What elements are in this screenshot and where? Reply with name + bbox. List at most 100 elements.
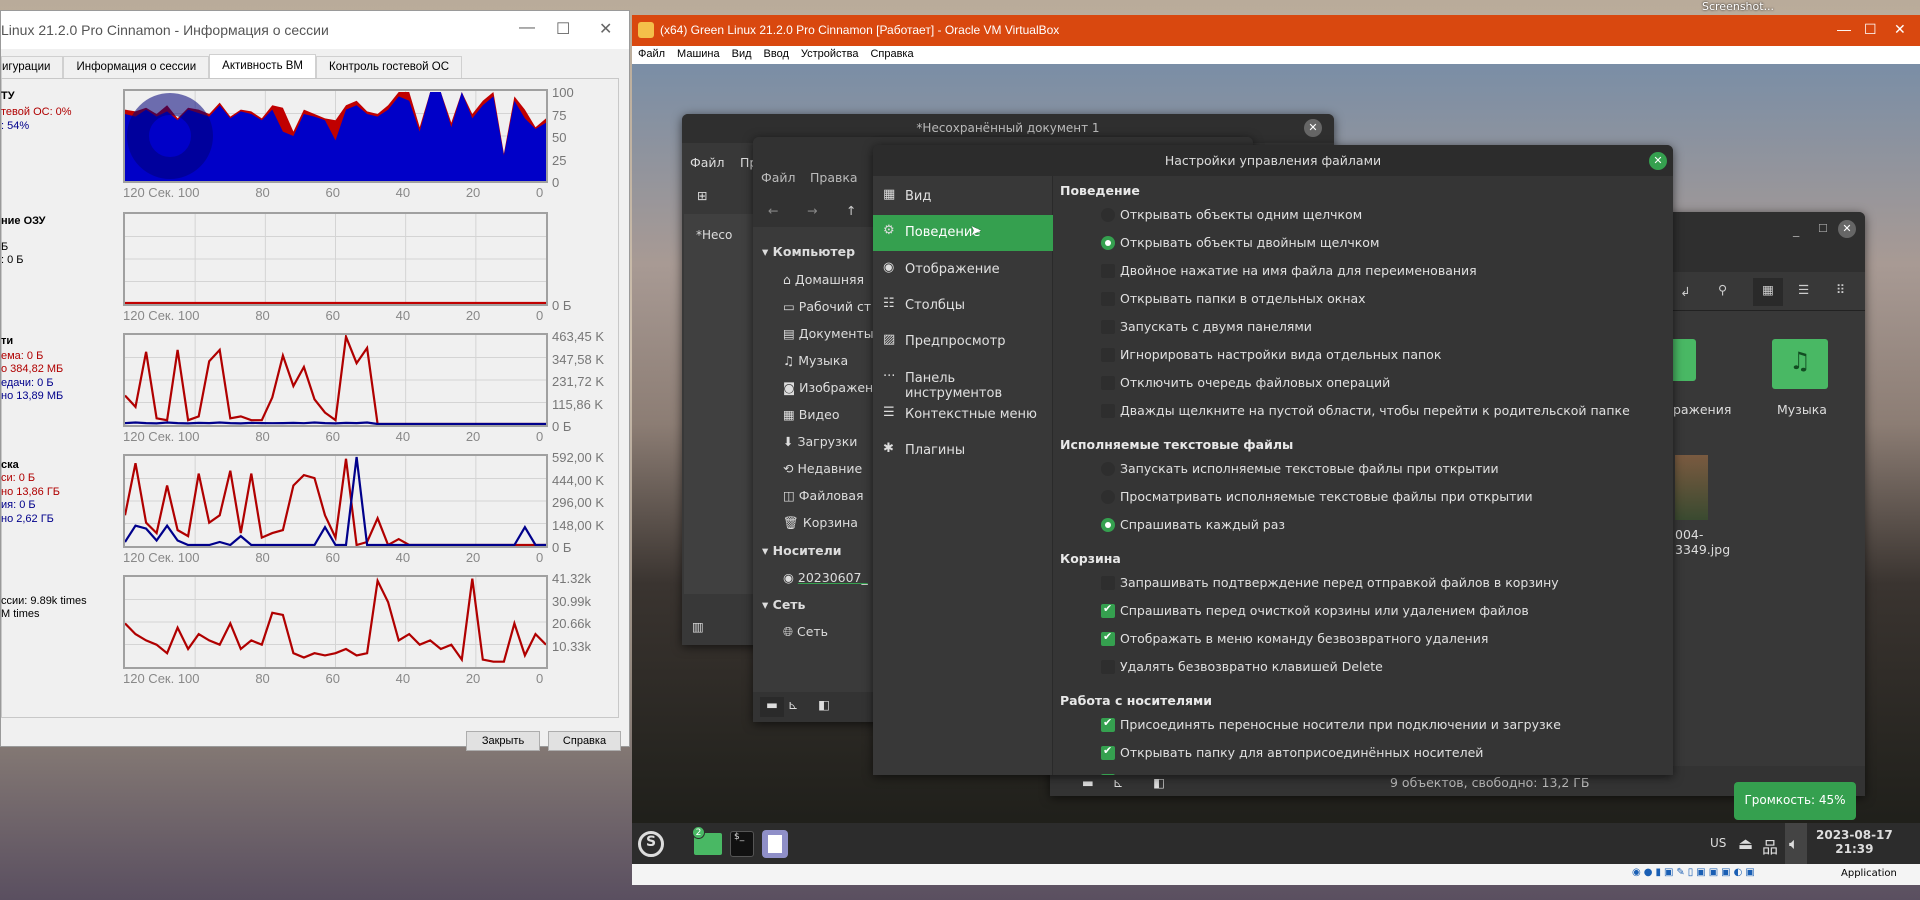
place-item[interactable]: ◙ Изображен	[783, 380, 873, 395]
fm2-maximize-button[interactable]: ☐	[1818, 222, 1828, 235]
sidebar-button[interactable]: ◧	[818, 697, 830, 712]
menu-button[interactable]: S	[638, 831, 664, 857]
menu-help[interactable]: Справка	[870, 48, 913, 62]
section-network[interactable]: ▾ Сеть	[762, 597, 805, 612]
place-item[interactable]: ▭ Рабочий ст	[783, 299, 871, 314]
text-editor-launcher[interactable]	[762, 830, 788, 858]
place-item[interactable]: ◫ Файловая	[783, 488, 864, 503]
checkbox[interactable]	[1101, 602, 1115, 618]
checkbox[interactable]	[1101, 660, 1115, 674]
tree-button[interactable]: ⊾	[788, 697, 798, 712]
place-item[interactable]: ▦ Видео	[783, 407, 839, 422]
radio-button[interactable]	[1101, 518, 1115, 532]
network-item[interactable]: 🌐︎ Сеть	[783, 624, 828, 640]
prefs-option[interactable]: Просматривать исполняемые текстовые файл…	[1101, 489, 1533, 504]
vm-screen[interactable]: *Несохранённый документ 1 ✕ Файл Пр ⊞ *Н…	[632, 64, 1920, 864]
list-view-icon[interactable]: ☰	[1798, 282, 1809, 297]
vbox-minimize-button[interactable]: —	[1837, 21, 1851, 37]
prefs-sidebar-item[interactable]: ☰ Контекстные меню	[873, 397, 1053, 433]
maximize-button[interactable]: ☐	[556, 19, 570, 39]
prefs-option[interactable]: Запуск программ при подключении носителе…	[1101, 772, 1430, 775]
icon-view-button[interactable]: ▦	[1753, 278, 1783, 306]
sidebar-toggle-icon[interactable]: ◧	[1153, 775, 1165, 790]
prefs-option[interactable]: Дважды щелкните на пустой области, чтобы…	[1101, 403, 1630, 418]
place-item[interactable]: ⟲ Недавние	[783, 461, 862, 476]
place-item[interactable]: ⬇ Загрузки	[783, 434, 857, 449]
checkbox[interactable]	[1101, 576, 1115, 590]
prefs-option[interactable]: Игнорировать настройки вида отдельных па…	[1101, 347, 1441, 362]
prefs-option[interactable]: Запрашивать подтверждение перед отправко…	[1101, 575, 1559, 590]
radio-button[interactable]	[1101, 208, 1115, 222]
fm2-minimize-button[interactable]: _	[1793, 222, 1799, 237]
prefs-option[interactable]: Открывать объекты одним щелчком	[1101, 207, 1362, 222]
place-item[interactable]: 🗑︎ Корзина	[783, 515, 858, 531]
tab-session-info[interactable]: Информация о сессии	[63, 56, 210, 78]
fm-menu-edit[interactable]: Правка	[810, 170, 858, 185]
checkbox[interactable]	[1101, 320, 1115, 334]
checkbox[interactable]	[1101, 716, 1115, 732]
fm2-close-button[interactable]: ✕	[1838, 220, 1856, 238]
folder-label-pictures[interactable]: ражения	[1673, 402, 1731, 417]
network-icon[interactable]: 品	[1762, 834, 1778, 858]
prefs-sidebar-item[interactable]: ▦ Вид	[873, 179, 1053, 215]
tab-vm-activity[interactable]: Активность ВМ	[209, 54, 317, 78]
volume-icon[interactable]: 🔈︎	[1785, 823, 1807, 864]
prefs-sidebar-item[interactable]: ◉ Отображение	[873, 252, 1053, 288]
prefs-sidebar-item[interactable]: ▨ Предпросмотр	[873, 324, 1053, 360]
radio-button[interactable]	[1101, 490, 1115, 504]
toggle-location-icon[interactable]: ↲	[1680, 284, 1690, 299]
prefs-option[interactable]: Открывать папку для автоприсоединённых н…	[1101, 744, 1483, 760]
prefs-sidebar-item[interactable]: ··· Панель инструментов	[873, 361, 1053, 401]
menu-machine[interactable]: Машина	[677, 48, 720, 62]
minimize-button[interactable]: —	[519, 19, 535, 37]
prefs-option[interactable]: Присоединять переносные носители при под…	[1101, 716, 1561, 732]
prefs-option[interactable]: Спрашивать перед очисткой корзины или уд…	[1101, 602, 1529, 618]
place-item[interactable]: ▤ Документы	[783, 326, 874, 341]
prefs-sidebar-item[interactable]: ☷ Столбцы	[873, 288, 1053, 324]
tab-guest-control[interactable]: Контроль гостевой ОС	[316, 56, 463, 78]
prefs-option[interactable]: Спрашивать каждый раз	[1101, 517, 1285, 532]
menu-input[interactable]: Ввод	[764, 48, 789, 62]
prefs-option[interactable]: Отключить очередь файловых операций	[1101, 375, 1390, 390]
side-panel-toggle-icon[interactable]: ▥	[692, 619, 704, 634]
menu-devices[interactable]: Устройства	[801, 48, 859, 62]
checkbox[interactable]	[1101, 744, 1115, 760]
menu-view[interactable]: Вид	[732, 48, 752, 62]
menu-file[interactable]: Файл	[638, 48, 665, 62]
fm-menu-file[interactable]: Файл	[761, 170, 796, 185]
removable-drives-icon[interactable]: ⏏	[1738, 834, 1753, 853]
image-thumbnail[interactable]	[1675, 455, 1708, 520]
place-item[interactable]: ♫ Музыка	[783, 353, 848, 368]
help-button[interactable]: Справка	[548, 731, 621, 751]
terminal-launcher[interactable]: $_	[730, 831, 754, 857]
checkbox[interactable]	[1101, 630, 1115, 646]
up-icon[interactable]: ↑	[846, 203, 856, 218]
keyboard-layout[interactable]: US	[1710, 836, 1726, 850]
prefs-option[interactable]: Запускать с двумя панелями	[1101, 319, 1312, 334]
file-label-line2[interactable]: 3349.jpg	[1675, 542, 1730, 557]
checkbox[interactable]	[1101, 264, 1115, 278]
place-item[interactable]: ⌂ Домашняя	[783, 272, 864, 287]
editor-tab[interactable]: *Несо	[696, 228, 732, 242]
tree-toggle-icon[interactable]: ⊾	[1113, 775, 1123, 790]
desktop-shortcut-label[interactable]: Screenshot...	[1702, 0, 1774, 13]
prefs-option[interactable]: Открывать папки в отдельных окнах	[1101, 291, 1366, 306]
section-devices[interactable]: ▾ Носители	[762, 543, 842, 558]
tab-configuration[interactable]: игурации	[1, 56, 64, 78]
places-toggle-icon[interactable]: ▬	[1082, 775, 1094, 790]
radio-button[interactable]	[1101, 462, 1115, 476]
close-button[interactable]: ✕	[599, 19, 612, 39]
file-label-line1[interactable]: 004-	[1675, 527, 1703, 542]
prefs-option[interactable]: Отображать в меню команду безвозвратного…	[1101, 630, 1488, 646]
checkbox[interactable]	[1101, 292, 1115, 306]
section-computer[interactable]: ▾ Компьютер	[762, 244, 855, 259]
vbox-maximize-button[interactable]: ☐	[1864, 21, 1877, 38]
editor-menu-file[interactable]: Файл	[690, 155, 725, 170]
vbox-status-icons[interactable]: ◉●▮▣✎▯▣▣▣◐▣	[1632, 867, 1758, 878]
vbox-close-button[interactable]: ✕	[1894, 21, 1906, 38]
back-icon[interactable]: ←	[768, 203, 778, 218]
prefs-option[interactable]: Открывать объекты двойным щелчком	[1101, 235, 1379, 250]
checkbox[interactable]	[1101, 348, 1115, 362]
prefs-sidebar-item[interactable]: ⚙ Поведение	[873, 215, 1053, 252]
new-document-icon[interactable]: ⊞	[697, 188, 707, 203]
